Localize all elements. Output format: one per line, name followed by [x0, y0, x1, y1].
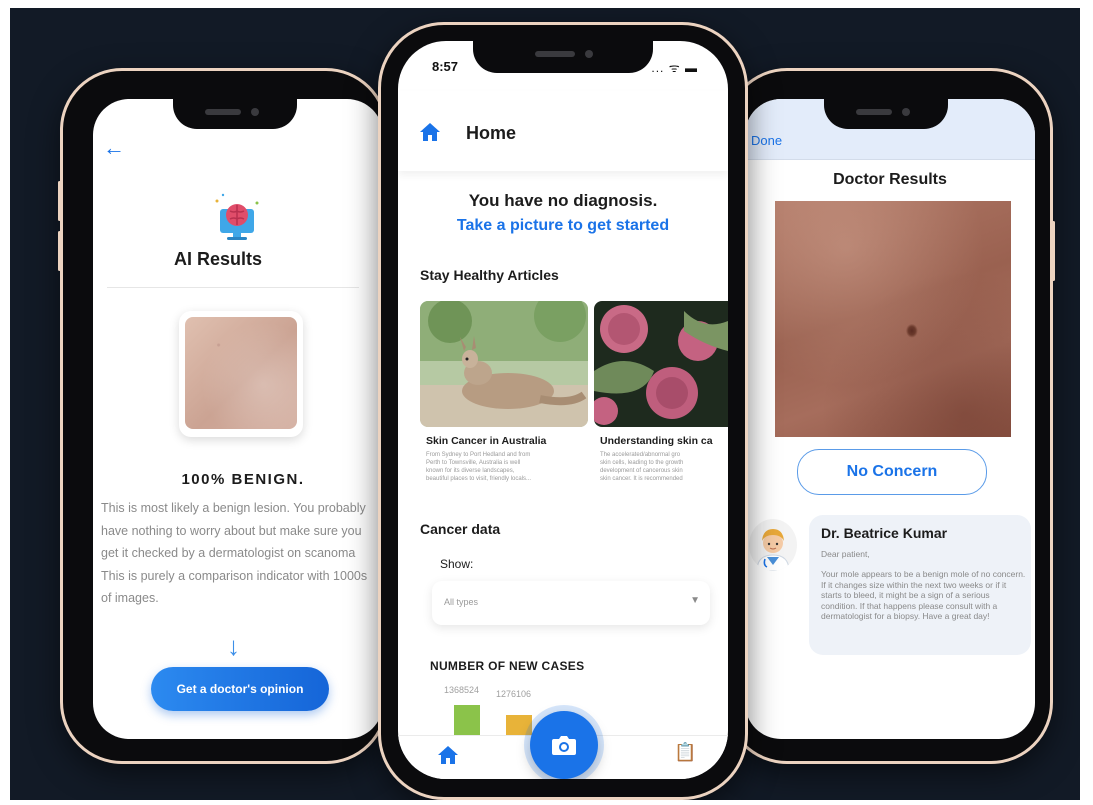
showcase-background: ← AI Results 100% BENIGN. This is most l… — [10, 8, 1080, 800]
volume-up-button — [58, 181, 61, 221]
chevron-down-icon: ▼ — [690, 595, 700, 606]
divider — [107, 287, 359, 288]
doctor-greeting: Dear patient, — [821, 549, 870, 559]
speaker-grille — [205, 109, 241, 115]
phone-ai-results: ← AI Results 100% BENIGN. This is most l… — [58, 68, 388, 764]
home-tab-icon[interactable] — [438, 746, 458, 764]
article-image-cells — [594, 301, 728, 427]
excerpt-line: development of cancerous skin — [600, 468, 683, 474]
article-title: Skin Cancer in Australia — [426, 435, 547, 447]
doctor-name: Dr. Beatrice Kumar — [821, 525, 948, 541]
article-title: Understanding skin ca — [600, 435, 713, 447]
arrow-down-icon: ↓ — [227, 631, 240, 661]
doctor-message: Your mole appears to be a benign mole of… — [821, 569, 1026, 621]
clipboard-icon[interactable]: 📋 — [674, 742, 696, 763]
phone-doctor-results: Done Doctor Results No Concern Dr. Beatr… — [725, 68, 1055, 764]
page-title: Home — [466, 123, 517, 143]
ai-result-description: This is most likely a benign lesion. You… — [101, 497, 383, 610]
done-button[interactable]: Done — [751, 133, 782, 148]
doctor-avatar-icon — [756, 529, 790, 571]
description-line: of images. — [101, 591, 159, 605]
camera-button[interactable] — [530, 711, 598, 779]
select-value: All types — [444, 597, 479, 607]
no-diagnosis-text: You have no diagnosis. — [468, 191, 658, 210]
front-camera — [251, 108, 259, 116]
cancer-cells-illustration — [594, 301, 728, 427]
article-card[interactable]: Understanding skin ca The accelerated/ab… — [594, 301, 728, 497]
article-excerpt: The accelerated/abnormal gro skin cells,… — [600, 451, 728, 483]
excerpt-line: skin cells, leading to the growth — [600, 460, 684, 466]
speaker-grille — [856, 109, 892, 115]
skin-image-card — [179, 311, 303, 437]
bar-value-label: 1368524 — [444, 685, 480, 695]
new-cases-chart-title: NUMBER OF NEW CASES — [430, 659, 585, 673]
status-time: 8:57 — [432, 59, 459, 74]
app-header: Home — [398, 91, 728, 171]
doctor-results-title: Doctor Results — [833, 171, 947, 188]
back-arrow-icon[interactable]: ← — [103, 135, 125, 161]
article-excerpt: From Sydney to Port Hedland and from Per… — [426, 451, 588, 483]
cancer-type-select[interactable]: All types ▼ — [432, 581, 710, 625]
excerpt-line: Perth to Townsville, Australia is well — [426, 460, 521, 466]
cancer-data-title: Cancer data — [420, 521, 501, 537]
excerpt-line: beautiful places to visit, friendly loca… — [426, 476, 532, 482]
home-icon[interactable] — [420, 123, 440, 141]
brain-monitor-icon — [215, 193, 259, 240]
bar-value-label: 1276106 — [496, 689, 532, 699]
description-line: This is most likely a benign lesion. You… — [101, 501, 366, 515]
excerpt-line: The accelerated/abnormal gro — [600, 452, 681, 458]
show-label: Show: — [440, 557, 474, 571]
description-line: get it checked by a dermatologist on sca… — [101, 546, 356, 560]
power-button — [1052, 221, 1055, 281]
skin-photo — [185, 317, 297, 429]
doctor-message-card: Dr. Beatrice Kumar Dear patient, Your mo… — [809, 515, 1031, 655]
kangaroo-illustration — [420, 301, 588, 427]
no-concern-button[interactable]: No Concern — [797, 449, 987, 495]
doctor-avatar — [749, 519, 797, 571]
doctor-results-screen: Done Doctor Results No Concern Dr. Beatr… — [745, 99, 1035, 739]
excerpt-line: From Sydney to Port Hedland and from — [426, 452, 531, 458]
excerpt-line: skin cancer. It is recommended — [600, 476, 683, 482]
article-card[interactable]: Skin Cancer in Australia From Sydney to … — [420, 301, 588, 497]
article-image-kangaroo — [420, 301, 588, 427]
speaker-grille — [535, 51, 575, 57]
take-picture-link[interactable]: Take a picture to get started — [398, 217, 728, 235]
status-icons: ... ᯤ ▬ — [651, 61, 698, 75]
excerpt-line: known for its diverse landscapes, — [426, 468, 515, 474]
front-camera — [902, 108, 910, 116]
description-line: This is purely a comparison indicator wi… — [101, 568, 368, 583]
volume-down-button — [58, 231, 61, 271]
home-screen: 8:57 ... ᯤ ▬ Home You have no diagnosis.… — [398, 41, 728, 779]
notch — [173, 99, 297, 129]
notch — [473, 39, 653, 73]
front-camera — [585, 50, 593, 58]
phone-home: 8:57 ... ᯤ ▬ Home You have no diagnosis.… — [378, 22, 748, 800]
mole-photo — [775, 201, 1011, 437]
notch — [824, 99, 948, 129]
camera-icon — [552, 736, 576, 755]
ai-results-title: AI Results — [173, 249, 263, 269]
ai-results-screen: ← AI Results 100% BENIGN. This is most l… — [93, 99, 383, 739]
benign-result-label: 100% BENIGN. — [181, 471, 305, 488]
articles-section-title: Stay Healthy Articles — [420, 267, 559, 283]
description-line: have nothing to worry about but make sur… — [101, 523, 362, 538]
get-doctor-opinion-button[interactable]: Get a doctor's opinion — [151, 667, 329, 711]
